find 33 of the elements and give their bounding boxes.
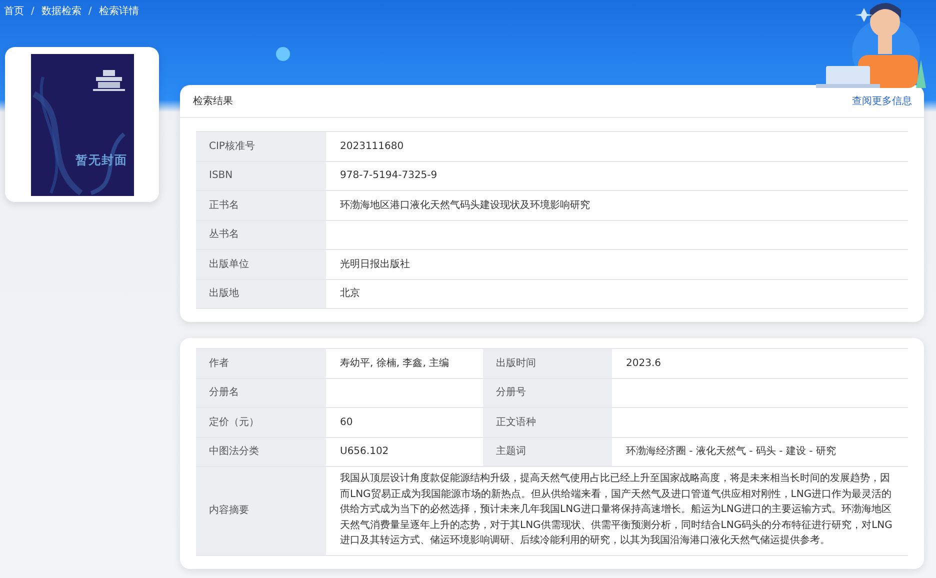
breadcrumb-link[interactable]: 数据检索 xyxy=(41,4,82,19)
field-label: 丛书名 xyxy=(196,220,326,250)
field-value: 光明日报出版社 xyxy=(326,250,908,280)
breadcrumb-separator: / xyxy=(87,5,93,19)
field-value: 环渤海经济圈 - 液化天然气 - 码头 - 建设 - 研究 xyxy=(612,438,908,467)
field-value: 北京 xyxy=(326,280,908,309)
field-label: ISBN xyxy=(196,162,326,191)
breadcrumb-link[interactable]: 首页 xyxy=(4,4,24,19)
breadcrumb-link[interactable]: 检索详情 xyxy=(98,4,139,19)
field-value: 2023111680 xyxy=(326,132,908,162)
field-value: 978-7-5194-7325-9 xyxy=(326,162,908,191)
abstract-text: 我国从顶层设计角度款促能源结构升级，提高天然气使用占比已经上升至国家战略高度，将是未来相当长时间的发展趋势，因而LNG贸易正成为我国能源市场的新热点。但从供给端来看，国产天然气及进口管道气供应相对刚性，LNG进口作为最灵活的供给方式成为当下的必然选择，预计未来几年我国LNG进口量将保持高速增长。船运为LNG进口的主要运输方式。环渤海地区天然气消费量呈逐年上升的态势，对于其LNG供需现状、供需平衡预测分析，同时结合LNG码头的分布特征进行研究，对LNG进口及其转运方式、储运环境影响调研、后续冷能利用的研究，以其为我国沿海港口液化天然气储运提供参考。 xyxy=(326,467,908,556)
card-title: 检索结果 xyxy=(193,94,233,108)
field-label: 分册号 xyxy=(483,378,612,408)
breadcrumb-separator: / xyxy=(30,5,36,19)
field-label: 正文语种 xyxy=(483,408,612,438)
field-label: 出版单位 xyxy=(196,250,326,280)
field-label: 正书名 xyxy=(196,191,326,220)
building-icon xyxy=(92,68,124,94)
cover-text: 暂无封面 xyxy=(76,152,128,168)
field-label: 作者 xyxy=(196,349,326,378)
field-value: 2023.6 xyxy=(612,349,908,378)
field-label: 中图法分类 xyxy=(196,438,326,467)
field-label: 出版地 xyxy=(196,280,326,309)
field-label: 分册名 xyxy=(196,378,326,408)
dot-drawing xyxy=(275,46,291,62)
field-label: 出版时间 xyxy=(483,349,612,378)
field-value: 环渤海地区港口液化天然气码头建设现状及环境影响研究 xyxy=(326,191,908,220)
field-label: 主题词 xyxy=(483,438,612,467)
field-label: CIP核准号 xyxy=(196,132,326,162)
field-label: 定价（元） xyxy=(196,408,326,438)
field-label: 内容摘要 xyxy=(196,467,326,556)
more-info-link[interactable]: 查阅更多信息 xyxy=(852,94,912,108)
